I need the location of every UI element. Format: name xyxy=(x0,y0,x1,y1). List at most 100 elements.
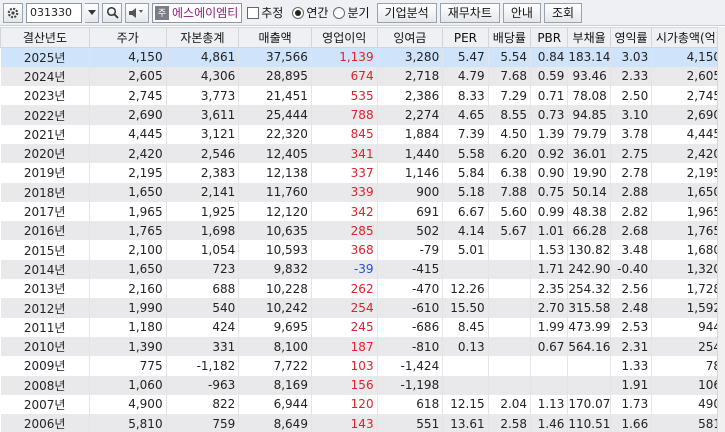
table-row[interactable]: 2020년 2,420 2,546 12,405 341 1,440 5.58 6.20 0.9… xyxy=(0,143,725,164)
cell-debt: 50.14 xyxy=(567,182,611,202)
column-header[interactable]: 부채율 xyxy=(567,27,611,48)
cell-sales: 10,635 xyxy=(238,221,312,241)
column-header[interactable]: PBR xyxy=(530,27,569,48)
cell-surplus: 618 xyxy=(377,394,444,415)
cell-mcap: 2,690 xyxy=(651,105,725,125)
cell-debt: 183.14 xyxy=(567,47,611,67)
stock-name: 에스에이엠티 xyxy=(172,6,239,20)
table-row[interactable]: 2012년 1,990 540 10,242 254 -610 15.50 2.70 315.5… xyxy=(0,298,725,318)
financial-table: 결산년도 주가 자본총계 매출액 영업이익 잉여금 PER 배당률 PBR 부채율 영익률 시가총액(… xyxy=(0,27,725,432)
cell-pbr: 2.35 xyxy=(530,279,569,299)
cell-pbr: 0.90 xyxy=(530,163,569,183)
cell-equity: 2,383 xyxy=(166,163,240,183)
chevron-down-icon xyxy=(87,9,96,15)
column-header[interactable]: 주가 xyxy=(88,27,167,48)
cell-op: 103 xyxy=(311,356,378,376)
cell-price: 2,745 xyxy=(89,86,167,106)
column-header[interactable]: 잉여금 xyxy=(376,27,444,48)
cell-div: 6.38 xyxy=(488,163,532,183)
period-annual-radio[interactable]: 연간 xyxy=(292,4,328,21)
financial-chart-button[interactable]: 재무차트 xyxy=(439,2,500,23)
cell-equity: 759 xyxy=(166,414,240,432)
cell-debt: 94.85 xyxy=(567,105,611,125)
column-header[interactable]: 자본총계 xyxy=(165,27,240,48)
column-header[interactable]: 배당률 xyxy=(487,27,532,48)
query-button[interactable]: 조회 xyxy=(543,2,583,23)
cell-pbr: 1.46 xyxy=(530,414,569,432)
cell-pbr: 1.71 xyxy=(530,259,569,280)
cell-op: 143 xyxy=(311,414,378,432)
cell-op: 674 xyxy=(311,66,378,87)
guide-button[interactable]: 안내 xyxy=(502,2,541,23)
table-row[interactable]: 2017년 1,965 1,925 12,120 342 691 6.67 5.60 0.99 4… xyxy=(0,201,725,222)
table-row[interactable]: 2009년 775 -1,182 7,722 103 -1,424 1.33 78 xyxy=(0,356,725,376)
column-header[interactable]: 결산년도 xyxy=(0,27,90,48)
cell-per: 5.18 xyxy=(442,182,489,202)
cell-per: 12.15 xyxy=(442,394,489,415)
period-quarter-radio[interactable]: 분기 xyxy=(333,4,370,21)
cell-opm: 2.48 xyxy=(610,298,653,318)
estimate-checkbox[interactable]: 추정 xyxy=(247,4,283,21)
quarter-radio-button[interactable] xyxy=(333,6,346,19)
settings-gear-button[interactable] xyxy=(3,2,23,23)
company-analysis-button[interactable]: 기업분석 xyxy=(376,2,437,23)
cell-debt: 564.16 xyxy=(567,336,611,357)
cell-per: 8.45 xyxy=(442,317,489,337)
cell-sales: 6,944 xyxy=(238,394,312,415)
cell-div: 2.04 xyxy=(488,394,532,415)
column-header[interactable]: 영업이익 xyxy=(310,27,378,48)
table-row[interactable]: 2018년 1,650 2,141 11,760 339 900 5.18 7.88 0.75 5… xyxy=(0,182,725,202)
cell-op: 337 xyxy=(311,163,378,183)
speaker-button[interactable] xyxy=(125,2,149,23)
cell-mcap: 2,605 xyxy=(651,66,725,87)
table-row[interactable]: 2014년 1,650 723 9,832 -39 -415 1.71 242.90 -0.40… xyxy=(0,259,725,280)
cell-price: 4,900 xyxy=(89,394,167,415)
cell-year: 2015년 xyxy=(0,240,90,260)
table-row[interactable]: 2019년 2,195 2,383 12,138 337 1,146 5.84 6.38 0.9… xyxy=(0,163,725,183)
search-button[interactable] xyxy=(102,2,122,23)
table-row[interactable]: 2010년 1,390 331 8,100 187 -810 0.13 0.67 564.16 2… xyxy=(0,336,725,357)
table-row[interactable]: 2016년 1,765 1,698 10,635 285 502 4.14 5.67 1.01 6… xyxy=(0,221,725,241)
cell-opm: 2.78 xyxy=(610,163,653,183)
column-header[interactable]: 영익률 xyxy=(609,27,653,48)
cell-pbr: 0.71 xyxy=(530,86,569,106)
cell-surplus: 2,718 xyxy=(377,66,444,87)
table-row[interactable]: 2011년 1,180 424 9,695 245 -686 8.45 1.99 473.99 2… xyxy=(0,317,725,337)
cell-debt: 254.32 xyxy=(567,279,611,299)
cell-price: 2,420 xyxy=(89,143,167,164)
cell-debt: 79.79 xyxy=(567,124,611,144)
cell-mcap: 254 xyxy=(651,336,725,357)
cell-year: 2011년 xyxy=(0,317,90,337)
cell-price: 775 xyxy=(89,356,167,376)
cell-price: 1,965 xyxy=(89,201,167,222)
table-row[interactable]: 2023년 2,745 3,773 21,451 535 2,386 8.33 7.29 0.7… xyxy=(0,86,725,106)
stock-name-box[interactable]: 주 에스에이엠티 xyxy=(152,2,243,23)
table-row[interactable]: 2013년 2,160 688 10,228 262 -470 12.26 2.35 254.3… xyxy=(0,279,725,299)
estimate-checkbox-box[interactable] xyxy=(247,6,260,19)
table-row[interactable]: 2015년 2,100 1,054 10,593 368 -79 5.01 1.53 130.8… xyxy=(0,240,725,260)
cell-equity: 822 xyxy=(166,394,240,415)
cell-per: 4.65 xyxy=(442,105,489,125)
cell-div xyxy=(488,336,532,357)
column-header[interactable]: 매출액 xyxy=(238,27,312,48)
stock-code-input[interactable]: 031330 xyxy=(26,2,82,23)
cell-op: 254 xyxy=(311,298,378,318)
column-header[interactable]: 시가총액(억) xyxy=(651,27,725,48)
table-row[interactable]: 2006년 5,810 759 8,649 143 551 13.61 2.58 1.46 110… xyxy=(0,414,725,432)
table-row[interactable]: 2007년 4,900 822 6,944 120 618 12.15 2.04 1.13 170… xyxy=(0,394,725,415)
cell-surplus: 3,280 xyxy=(377,47,444,67)
stock-code-dropdown-button[interactable] xyxy=(85,2,99,23)
table-row[interactable]: 2008년 1,060 -963 8,169 156 -1,198 1.91 106 xyxy=(0,375,725,395)
column-header[interactable]: PER xyxy=(442,27,489,48)
table-row[interactable]: 2021년 4,445 3,121 22,320 845 1,884 7.39 4.50 1.3… xyxy=(0,124,725,144)
cell-equity: 2,141 xyxy=(166,182,240,202)
table-row[interactable]: 2025년 4,150 4,861 37,566 1,139 3,280 5.47 5.54 0… xyxy=(0,47,725,67)
vertical-scrollbar[interactable] xyxy=(717,27,725,432)
table-row[interactable]: 2024년 2,605 4,306 28,895 674 2,718 4.79 7.68 0.5… xyxy=(0,66,725,87)
cell-op: 535 xyxy=(311,86,378,106)
cell-surplus: -810 xyxy=(377,336,444,357)
estimate-label: 추정 xyxy=(261,6,284,20)
annual-radio-button[interactable] xyxy=(292,6,305,19)
cell-pbr: 1.99 xyxy=(530,317,569,337)
table-row[interactable]: 2022년 2,690 3,611 25,444 788 2,274 4.65 8.55 0.7… xyxy=(0,105,725,125)
